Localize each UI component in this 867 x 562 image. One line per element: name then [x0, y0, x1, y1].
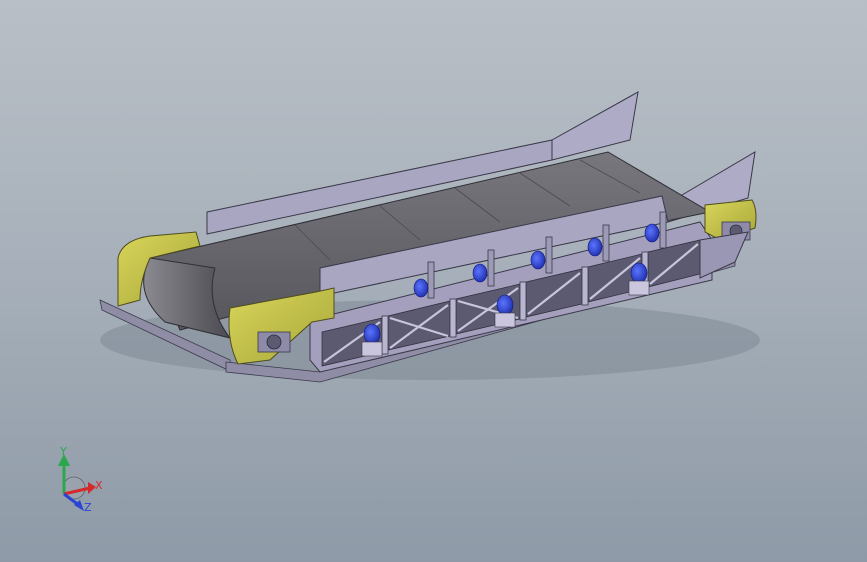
head-pulley-bearing — [257, 331, 291, 353]
conveyor-model[interactable]: Y X Z — [0, 0, 867, 562]
triad-y-label: Y — [59, 445, 67, 458]
triad-x-label: X — [95, 479, 103, 492]
triad-z-label: Z — [84, 501, 92, 514]
cad-viewport[interactable]: Y X Z — [0, 0, 867, 562]
feed-chute-wing-far — [551, 91, 639, 161]
tail-end-frame — [699, 231, 749, 279]
coordinate-triad: Y X Z — [58, 445, 103, 514]
